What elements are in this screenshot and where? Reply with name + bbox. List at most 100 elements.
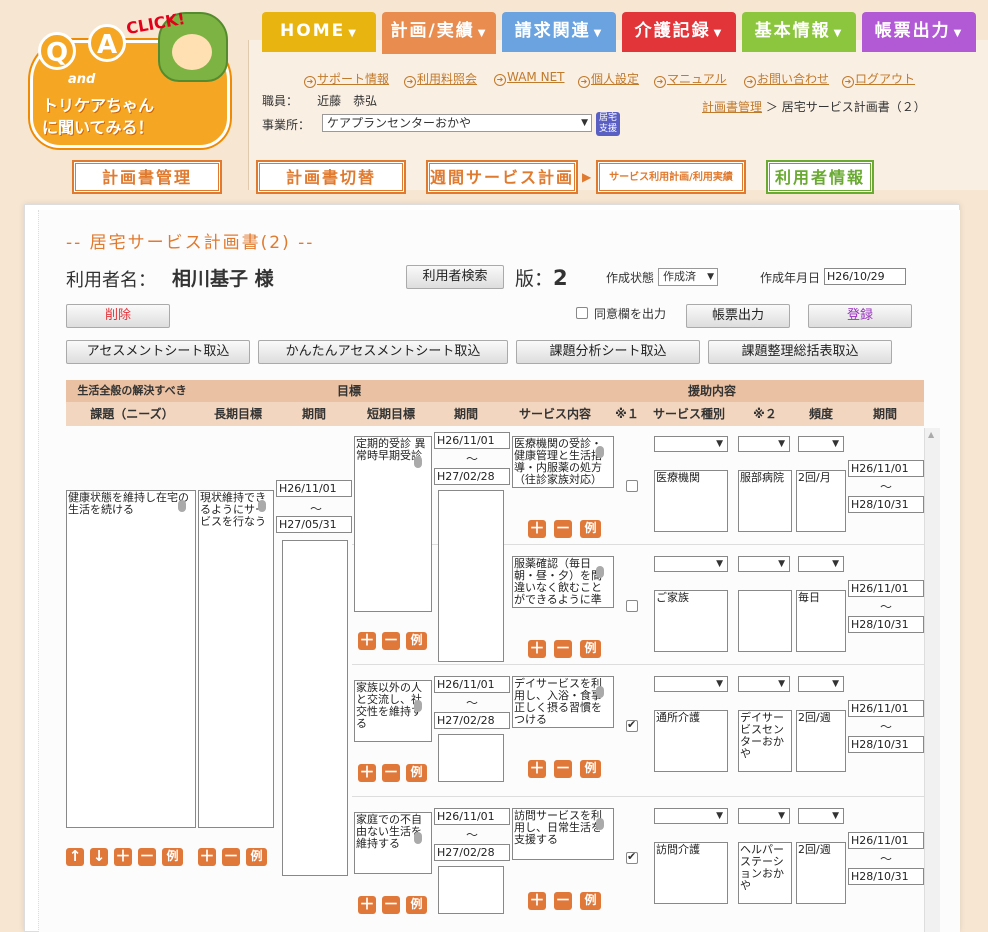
long-example-button[interactable]: 例 (246, 848, 267, 866)
short-period-to[interactable]: H27/02/28 (434, 712, 510, 729)
mic-icon[interactable] (596, 566, 604, 578)
print-button[interactable]: 帳票出力 (686, 304, 790, 328)
remove-service-button[interactable]: － (554, 760, 572, 778)
subnav-plan-switch[interactable]: 計画書切替 (256, 160, 406, 194)
period-to[interactable]: H28/10/31 (848, 496, 924, 513)
period-to[interactable]: H28/10/31 (848, 616, 924, 633)
service-content-textarea[interactable]: デイサービスを利用し、入浴・食事正しく摂る習慣をつける (512, 676, 614, 728)
freq-textarea[interactable]: 2回/週 (796, 842, 846, 904)
service-type-textarea[interactable]: 訪問介護 (654, 842, 728, 904)
insurance-checkbox[interactable] (626, 718, 638, 732)
add-short-button[interactable]: ＋ (358, 896, 376, 914)
mic-icon[interactable] (258, 500, 266, 512)
period-to[interactable]: H28/10/31 (848, 868, 924, 885)
remove-service-button[interactable]: － (554, 640, 572, 658)
needs-textarea[interactable]: 健康状態を維持し在宅の生活を続ける (66, 490, 196, 828)
link-wamnet[interactable]: ➜ WAM NET (494, 70, 564, 86)
breadcrumb-parent[interactable]: 計画書管理 (702, 100, 762, 114)
link-contact[interactable]: ➜ お問い合わせ (744, 70, 829, 88)
service-type-select[interactable]: ▼ (654, 556, 728, 572)
short-example-button[interactable]: 例 (406, 632, 427, 650)
service-type-select[interactable]: ▼ (654, 436, 728, 452)
link-fee[interactable]: ➜ 利用料照会 (404, 70, 477, 88)
service-example-button[interactable]: 例 (580, 892, 601, 910)
import-easy-assessment-button[interactable]: かんたんアセスメントシート取込 (258, 340, 508, 364)
mic-icon[interactable] (414, 456, 422, 468)
remove-short-button[interactable]: － (382, 896, 400, 914)
period-from[interactable]: H26/11/01 (848, 832, 924, 849)
remove-need-button[interactable]: － (138, 848, 156, 866)
short-period-from[interactable]: H26/11/01 (434, 808, 510, 825)
provider-textarea[interactable]: 服部病院 (738, 470, 792, 532)
provider-textarea[interactable] (738, 590, 792, 652)
link-logout[interactable]: ➜ ログアウト (842, 70, 915, 88)
tab-billing[interactable]: 請求関連 ▼ (502, 12, 616, 52)
service-type-select[interactable]: ▼ (654, 676, 728, 692)
provider-select[interactable]: ▼ (738, 556, 790, 572)
freq-textarea[interactable]: 毎日 (796, 590, 846, 652)
add-short-button[interactable]: ＋ (358, 632, 376, 650)
freq-select[interactable]: ▼ (798, 436, 844, 452)
long-period-to[interactable]: H27/05/31 (276, 516, 352, 533)
need-example-button[interactable]: 例 (162, 848, 183, 866)
freq-select[interactable]: ▼ (798, 676, 844, 692)
period-from[interactable]: H26/11/01 (848, 700, 924, 717)
long-period-from[interactable]: H26/11/01 (276, 480, 352, 497)
freq-select[interactable]: ▼ (798, 808, 844, 824)
consent-checkbox[interactable] (576, 307, 588, 319)
freq-select[interactable]: ▼ (798, 556, 844, 572)
mic-icon[interactable] (596, 446, 604, 458)
short-period-to[interactable]: H27/02/28 (434, 468, 510, 485)
add-service-button[interactable]: ＋ (528, 760, 546, 778)
short-example-button[interactable]: 例 (406, 764, 427, 782)
office-select[interactable]: ケアプランセンターおかや ▼ (322, 114, 592, 132)
tab-home[interactable]: HOME ▼ (262, 12, 376, 52)
remove-long-button[interactable]: － (222, 848, 240, 866)
service-type-textarea[interactable]: 通所介護 (654, 710, 728, 772)
freq-textarea[interactable]: 2回/月 (796, 470, 846, 532)
short-period-from[interactable]: H26/11/01 (434, 432, 510, 449)
status-select[interactable]: 作成済 ▼ (658, 268, 718, 286)
subnav-weekly[interactable]: 週間サービス計画 (426, 160, 578, 194)
short-period-textarea[interactable] (438, 866, 504, 914)
scrollbar[interactable] (924, 428, 940, 932)
provider-select[interactable]: ▼ (738, 436, 790, 452)
subnav-user-info[interactable]: 利用者情報 (766, 160, 874, 194)
long-goal-textarea[interactable]: 現状維持できるようにサービスを行なう (198, 490, 274, 828)
service-example-button[interactable]: 例 (580, 760, 601, 778)
import-assessment-button[interactable]: アセスメントシート取込 (66, 340, 250, 364)
freq-textarea[interactable]: 2回/週 (796, 710, 846, 772)
user-search-button[interactable]: 利用者検索 (406, 265, 504, 289)
qa-logo-button[interactable]: Q A CLICK! and トリケアちゃん に聞いてみる！ (28, 9, 240, 148)
subnav-service-usage[interactable]: サービス利用計画/利用実績 (596, 160, 746, 194)
add-service-button[interactable]: ＋ (528, 640, 546, 658)
period-from[interactable]: H26/11/01 (848, 460, 924, 477)
move-up-button[interactable]: ↑ (66, 848, 84, 866)
import-analysis-button[interactable]: 課題分析シート取込 (516, 340, 700, 364)
move-down-button[interactable]: ↓ (90, 848, 108, 866)
add-long-button[interactable]: ＋ (198, 848, 216, 866)
import-summary-button[interactable]: 課題整理総括表取込 (708, 340, 892, 364)
period-from[interactable]: H26/11/01 (848, 580, 924, 597)
remove-service-button[interactable]: － (554, 892, 572, 910)
short-period-textarea[interactable] (438, 490, 504, 662)
service-type-select[interactable]: ▼ (654, 808, 728, 824)
provider-select[interactable]: ▼ (738, 808, 790, 824)
service-content-textarea[interactable]: 訪問サービスを利用し、日常生活を支援する (512, 808, 614, 860)
provider-select[interactable]: ▼ (738, 676, 790, 692)
service-content-textarea[interactable]: 服薬確認（毎日朝・昼・夕）を間違いなく飲むことができるように準 (512, 556, 614, 608)
mic-icon[interactable] (414, 832, 422, 844)
short-example-button[interactable]: 例 (406, 896, 427, 914)
register-button[interactable]: 登録 (808, 304, 912, 328)
period-to[interactable]: H28/10/31 (848, 736, 924, 753)
remove-short-button[interactable]: － (382, 764, 400, 782)
service-example-button[interactable]: 例 (580, 640, 601, 658)
link-support[interactable]: ➜ サポート情報 (304, 70, 389, 88)
mic-icon[interactable] (178, 500, 186, 512)
subnav-plan-manage[interactable]: 計画書管理 (72, 160, 222, 194)
add-service-button[interactable]: ＋ (528, 520, 546, 538)
short-period-to[interactable]: H27/02/28 (434, 844, 510, 861)
tab-care-record[interactable]: 介護記録 ▼ (622, 12, 736, 52)
provider-textarea[interactable]: デイサービスセンターおかや (738, 710, 792, 772)
service-content-textarea[interactable]: 医療機関の受診・健康管理と生活指導・内服薬の処方（往診家族対応） (512, 436, 614, 488)
